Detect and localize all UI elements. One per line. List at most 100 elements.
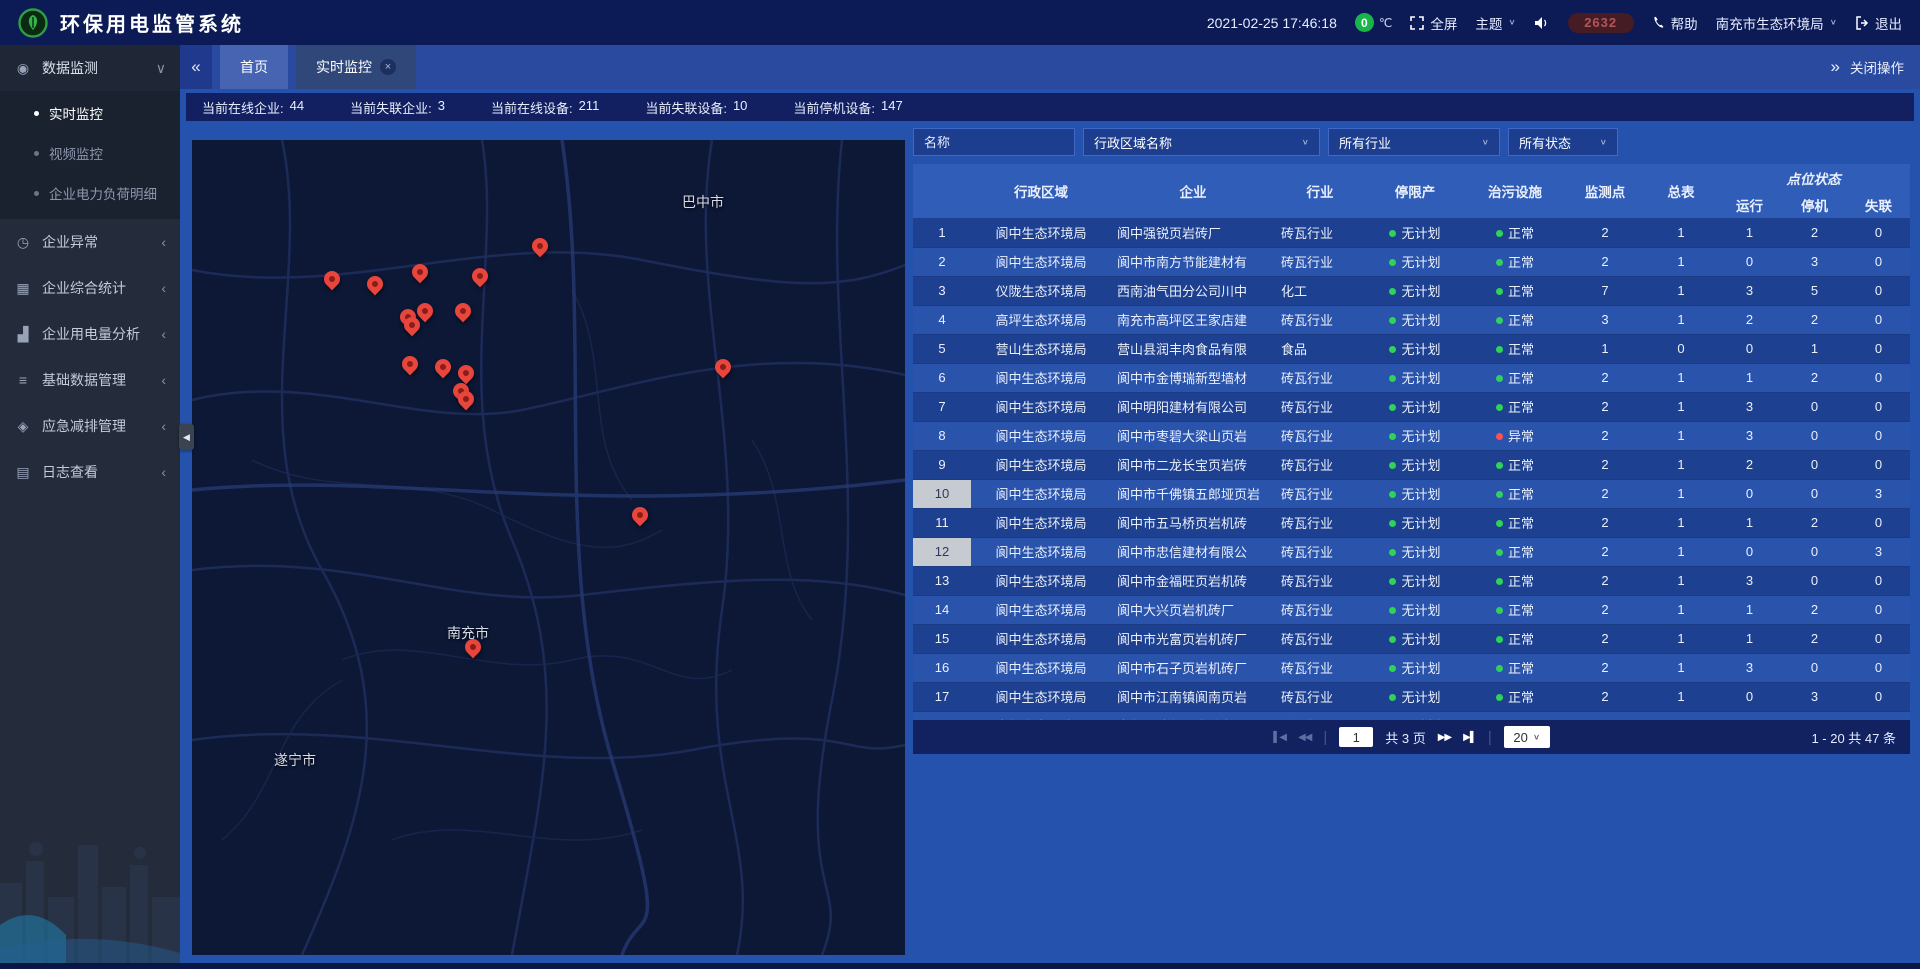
table-row[interactable]: 14阆中生态环境局阆中大兴页岩机砖厂砖瓦行业无计划正常21120 <box>913 595 1910 624</box>
sidebar-sub-item[interactable]: 实时监控 <box>0 93 180 133</box>
map-panel[interactable]: 巴中市南充市遂宁市 <box>192 140 905 955</box>
table-row[interactable]: 17阆中生态环境局阆中市江南镇阆南页岩砖瓦行业无计划正常21030 <box>913 682 1910 711</box>
pager-divider: | <box>1488 729 1492 746</box>
sidebar-group-item[interactable]: ▦企业综合统计‹ <box>0 265 180 311</box>
status-dot-green <box>1496 317 1503 324</box>
status-dot-green <box>1389 259 1396 266</box>
logout-icon <box>1855 16 1869 30</box>
sidebar-group-item[interactable]: ▟企业用电量分析‹ <box>0 311 180 357</box>
table-row[interactable]: 18南部生态环境局南部县瑞华页岩砖有限砖瓦行业无计划正常21000 <box>913 711 1910 720</box>
last-page-button[interactable]: ▶▌ <box>1463 732 1476 743</box>
sidebar-sub-item[interactable]: 企业电力负荷明细 <box>0 173 180 213</box>
region-cell: 阆中生态环境局 <box>971 682 1111 711</box>
sidebar-group-item[interactable]: ◈应急减排管理‹ <box>0 403 180 449</box>
limit-status-cell: 无计划 <box>1365 711 1465 720</box>
meter-cell: 0 <box>1645 334 1717 363</box>
limit-status-cell: 无计划 <box>1365 624 1465 653</box>
run-count-cell: 2 <box>1717 450 1782 479</box>
company-cell: 阆中市光富页岩机砖厂 <box>1111 624 1275 653</box>
tabs-scroll-right-icon[interactable]: » <box>1831 57 1840 77</box>
points-cell: 7 <box>1565 276 1645 305</box>
industry-cell: 砖瓦行业 <box>1275 624 1365 653</box>
table-row[interactable]: 3仪陇生态环境局西南油气田分公司川中化工无计划正常71350 <box>913 276 1910 305</box>
facility-status-cell: 正常 <box>1465 653 1565 682</box>
lost-count-cell: 0 <box>1847 595 1910 624</box>
column-header: 行政区域 <box>971 164 1111 218</box>
meter-cell: 1 <box>1645 566 1717 595</box>
table-row[interactable]: 4高坪生态环境局南充市高坪区王家店建砖瓦行业无计划正常31220 <box>913 305 1910 334</box>
status-dot-green <box>1389 230 1396 237</box>
table-row[interactable]: 1阆中生态环境局阆中强锐页岩砖厂砖瓦行业无计划正常21120 <box>913 218 1910 247</box>
region-filter-select[interactable]: 行政区域名称 ∨ <box>1083 128 1320 156</box>
tab-home[interactable]: 首页 <box>220 45 288 89</box>
table-row[interactable]: 11阆中生态环境局阆中市五马桥页岩机砖砖瓦行业无计划正常21120 <box>913 508 1910 537</box>
status-dot-green <box>1496 462 1503 469</box>
industry-cell: 食品 <box>1275 334 1365 363</box>
tab-realtime-monitor[interactable]: 实时监控 × <box>296 45 416 89</box>
industry-filter-select[interactable]: 所有行业 ∨ <box>1328 128 1500 156</box>
run-count-cell: 3 <box>1717 276 1782 305</box>
temperature-widget: 0 ℃ <box>1355 13 1392 32</box>
stat-item: 当前失联设备:10 <box>645 98 747 117</box>
meter-cell: 1 <box>1645 711 1717 720</box>
sidebar-group-item[interactable]: ≡基础数据管理‹ <box>0 357 180 403</box>
column-header: 企业 <box>1111 164 1275 218</box>
table-scroll-area[interactable]: 行政区域企业行业停限产治污设施监测点总表点位状态运行停机失联 1阆中生态环境局阆… <box>913 164 1910 720</box>
run-count-cell: 1 <box>1717 363 1782 392</box>
header-right: 2021-02-25 17:46:18 0 ℃ 全屏 主题 ∨ 2632 <box>1207 13 1902 33</box>
sidebar-group-label: 数据监测 <box>42 58 156 78</box>
sidebar-group-item[interactable]: ▤日志查看‹ <box>0 449 180 495</box>
sidebar-sub-item[interactable]: 视频监控 <box>0 133 180 173</box>
run-count-cell: 2 <box>1717 305 1782 334</box>
meter-cell: 1 <box>1645 305 1717 334</box>
tab-close-icon[interactable]: × <box>380 59 396 75</box>
status-filter-select[interactable]: 所有状态 ∨ <box>1508 128 1618 156</box>
industry-cell: 砖瓦行业 <box>1275 305 1365 334</box>
table-row[interactable]: 7阆中生态环境局阆中明阳建材有限公司砖瓦行业无计划正常21300 <box>913 392 1910 421</box>
region-cell: 阆中生态环境局 <box>971 247 1111 276</box>
org-dropdown[interactable]: 南充市生态环境局 ∨ <box>1716 13 1837 33</box>
run-count-cell: 1 <box>1717 624 1782 653</box>
table-row[interactable]: 12阆中生态环境局阆中市忠信建材有限公砖瓦行业无计划正常21003 <box>913 537 1910 566</box>
lost-count-cell: 0 <box>1847 682 1910 711</box>
prev-page-button[interactable]: ◀◀ <box>1298 732 1311 743</box>
limit-status-cell: 无计划 <box>1365 247 1465 276</box>
status-dot-green <box>1389 433 1396 440</box>
industry-cell: 砖瓦行业 <box>1275 479 1365 508</box>
stat-label: 当前停机设备: <box>793 98 875 117</box>
sidebar-group-item[interactable]: ◉数据监测∨ <box>0 45 180 91</box>
logout-button[interactable]: 退出 <box>1855 13 1902 33</box>
enterprise-table: 行政区域企业行业停限产治污设施监测点总表点位状态运行停机失联 1阆中生态环境局阆… <box>913 164 1910 720</box>
table-row[interactable]: 16阆中生态环境局阆中市石子页岩机砖厂砖瓦行业无计划正常21300 <box>913 653 1910 682</box>
table-row[interactable]: 6阆中生态环境局阆中市金博瑞新型墙材砖瓦行业无计划正常21120 <box>913 363 1910 392</box>
status-dot-green <box>1496 636 1503 643</box>
lost-count-cell: 0 <box>1847 218 1910 247</box>
page-input[interactable] <box>1339 727 1373 747</box>
table-row[interactable]: 8阆中生态环境局阆中市枣碧大梁山页岩砖瓦行业无计划异常21300 <box>913 421 1910 450</box>
fullscreen-button[interactable]: 全屏 <box>1410 13 1457 33</box>
alert-count-badge[interactable]: 2632 <box>1568 13 1634 33</box>
first-page-button[interactable]: ▌◀ <box>1273 732 1286 743</box>
help-button[interactable]: 帮助 <box>1652 13 1698 33</box>
stop-count-cell: 2 <box>1782 363 1847 392</box>
table-row[interactable]: 9阆中生态环境局阆中市二龙长宝页岩砖砖瓦行业无计划正常21200 <box>913 450 1910 479</box>
page-size-select[interactable]: 20 ∨ <box>1504 726 1550 748</box>
row-index-cell: 5 <box>913 334 971 363</box>
table-row[interactable]: 2阆中生态环境局阆中市南方节能建材有砖瓦行业无计划正常21030 <box>913 247 1910 276</box>
chevron-left-icon: ‹ <box>161 464 166 480</box>
table-row[interactable]: 10阆中生态环境局阆中市千佛镇五郎垭页岩砖瓦行业无计划正常21003 <box>913 479 1910 508</box>
table-row[interactable]: 5营山生态环境局营山县润丰肉食品有限食品无计划正常10010 <box>913 334 1910 363</box>
theme-dropdown[interactable]: 主题 ∨ <box>1475 13 1515 33</box>
sidebar-group-item[interactable]: ◷企业异常‹ <box>0 219 180 265</box>
name-filter-input[interactable] <box>913 128 1075 156</box>
map-collapse-handle[interactable]: ◀ <box>179 424 194 450</box>
speaker-icon <box>1534 16 1550 30</box>
speaker-button[interactable] <box>1534 16 1550 30</box>
table-row[interactable]: 13阆中生态环境局阆中市金福旺页岩机砖砖瓦行业无计划正常21300 <box>913 566 1910 595</box>
next-page-button[interactable]: ▶▶ <box>1438 732 1451 743</box>
table-row[interactable]: 15阆中生态环境局阆中市光富页岩机砖厂砖瓦行业无计划正常21120 <box>913 624 1910 653</box>
close-operations-button[interactable]: 关闭操作 <box>1850 57 1904 77</box>
tabs-scroll-left-icon[interactable]: « <box>180 45 212 89</box>
points-cell: 2 <box>1565 537 1645 566</box>
status-dot-green <box>1389 694 1396 701</box>
